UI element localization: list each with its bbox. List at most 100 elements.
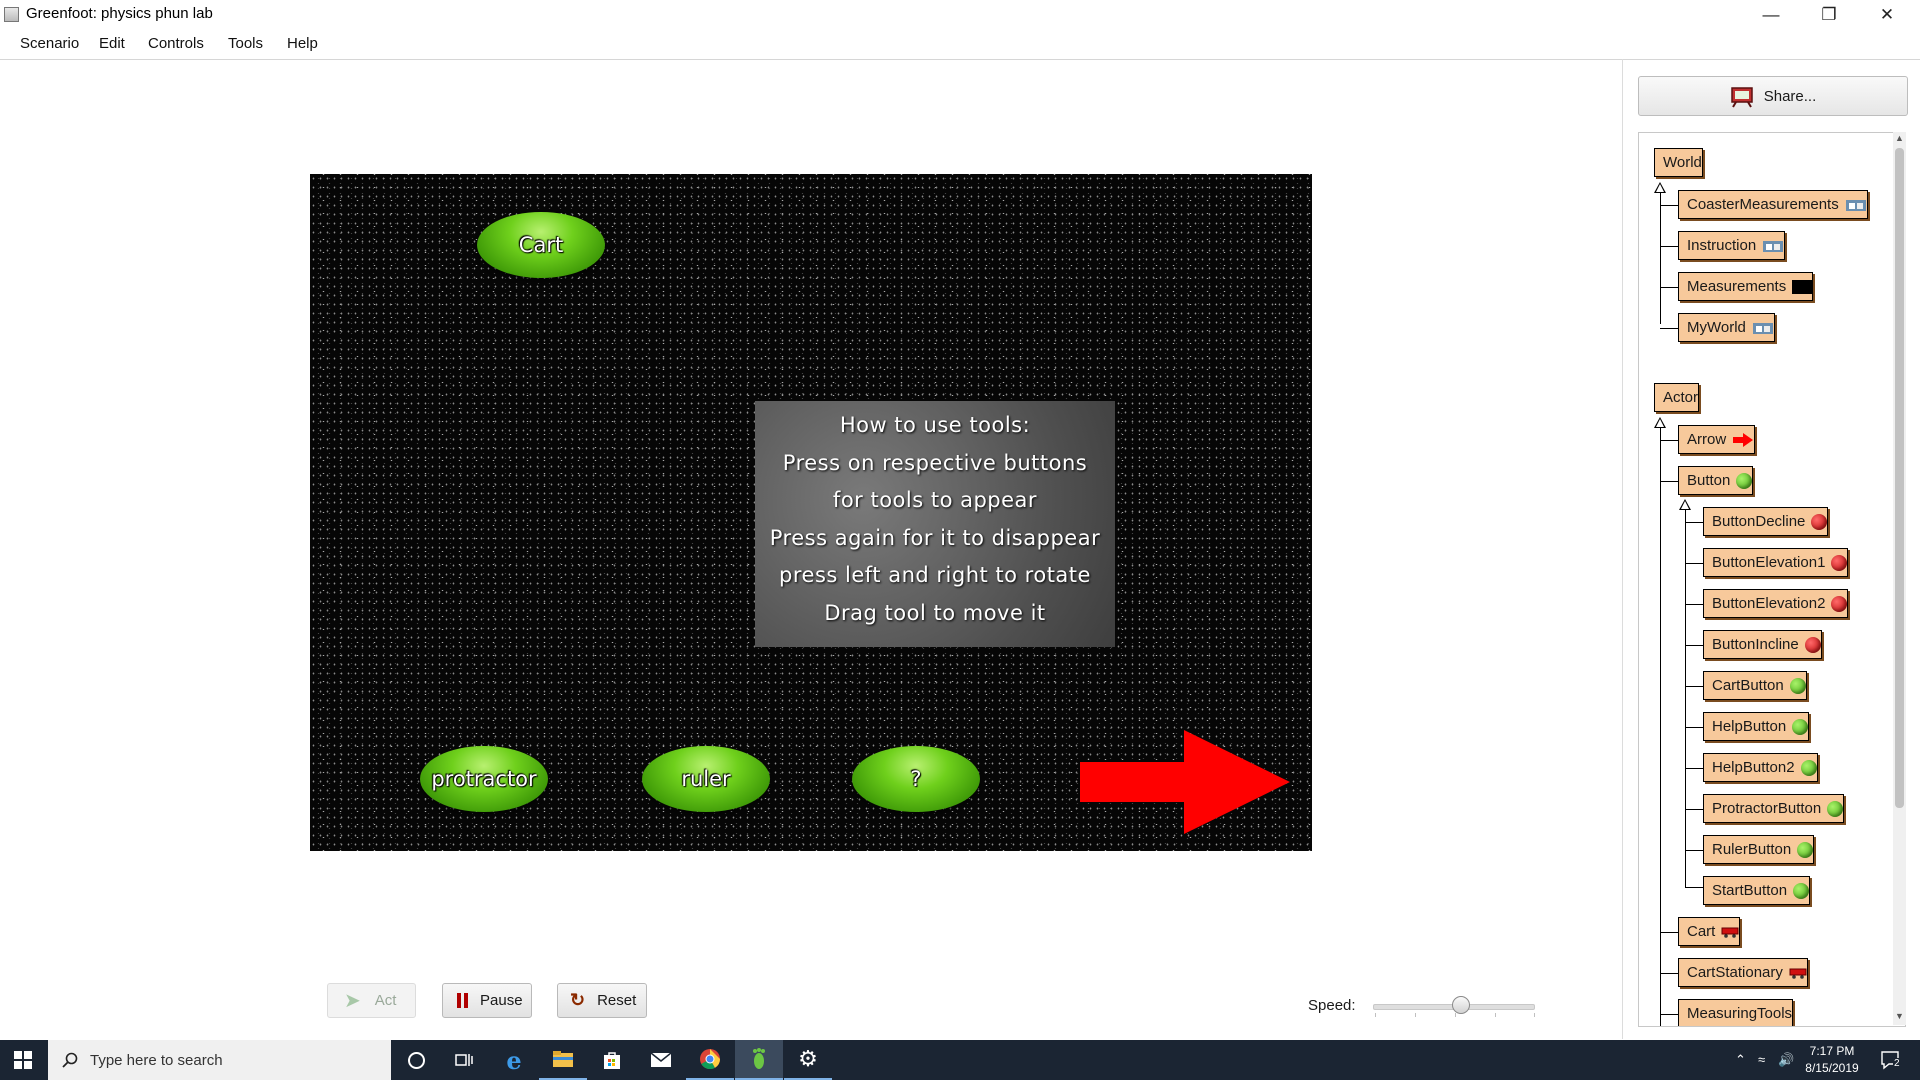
class-measurements[interactable]: Measurements: [1678, 272, 1814, 301]
world-image-icon: [1763, 240, 1784, 252]
class-buttonincline[interactable]: ButtonIncline: [1703, 630, 1822, 659]
scroll-down-icon[interactable]: ▼: [1893, 1011, 1906, 1021]
settings-gear-icon[interactable]: ⚙: [784, 1040, 832, 1080]
maximize-button[interactable]: ❐: [1800, 0, 1858, 29]
class-cartstationary[interactable]: CartStationary: [1678, 958, 1808, 987]
class-instruction[interactable]: Instruction: [1678, 231, 1786, 260]
store-icon[interactable]: [588, 1040, 636, 1080]
minimize-button[interactable]: —: [1742, 0, 1800, 29]
greenfoot-app-icon: [4, 7, 19, 22]
class-label: World: [1663, 154, 1702, 171]
cortana-icon[interactable]: [392, 1040, 440, 1080]
class-coastermeasurements[interactable]: CoasterMeasurements: [1678, 190, 1868, 219]
class-label: ButtonIncline: [1712, 636, 1799, 653]
world-canvas[interactable]: Cart How to use tools: Press on respecti…: [310, 174, 1312, 851]
show-hidden-icons-icon[interactable]: ⌃: [1735, 1052, 1746, 1068]
speed-tick: [1534, 1013, 1535, 1017]
panel-divider[interactable]: [1622, 59, 1623, 1039]
edge-browser-icon[interactable]: e: [490, 1040, 538, 1080]
green-button-icon: [1736, 472, 1753, 489]
cart-icon: [1789, 968, 1807, 979]
class-buttondecline[interactable]: ButtonDecline: [1703, 507, 1829, 536]
green-button-icon: [1797, 841, 1814, 858]
close-button[interactable]: ✕: [1858, 0, 1916, 29]
red-arrow-icon: [1733, 432, 1754, 447]
notification-count: 2: [1893, 1058, 1901, 1069]
tree-line: [1660, 193, 1661, 324]
ruler-button[interactable]: ruler: [642, 746, 770, 812]
help-line: press left and right to rotate: [779, 563, 1091, 587]
green-button-icon: [1793, 882, 1810, 899]
tree-line: [1685, 563, 1703, 564]
next-arrow-icon[interactable]: [1080, 730, 1290, 834]
class-rulerbutton[interactable]: RulerButton: [1703, 835, 1815, 864]
inheritance-arrow-icon: [1654, 417, 1666, 428]
reset-button[interactable]: ↻ Reset: [557, 983, 647, 1018]
menu-help[interactable]: Help: [287, 35, 318, 52]
menu-controls[interactable]: Controls: [148, 35, 204, 52]
class-buttonelevation1[interactable]: ButtonElevation1: [1703, 548, 1849, 577]
chrome-icon[interactable]: [686, 1040, 734, 1080]
speed-slider-thumb[interactable]: [1452, 996, 1470, 1014]
class-label: RulerButton: [1712, 841, 1792, 858]
class-arrow[interactable]: Arrow: [1678, 425, 1756, 454]
class-protractorbutton[interactable]: ProtractorButton: [1703, 794, 1845, 823]
help-line: How to use tools:: [839, 413, 1031, 437]
world-image-icon: [1845, 199, 1866, 211]
class-helpbutton2[interactable]: HelpButton2: [1703, 753, 1818, 782]
notification-icon[interactable]: 2: [1880, 1050, 1902, 1070]
greenfoot-taskbar-icon[interactable]: [735, 1040, 783, 1080]
class-cartbutton[interactable]: CartButton: [1703, 671, 1807, 700]
class-startbutton[interactable]: StartButton: [1703, 876, 1811, 905]
menu-tools[interactable]: Tools: [228, 35, 263, 52]
taskbar-clock[interactable]: 7:17 PM 8/15/2019: [1790, 1043, 1874, 1077]
menu-scenario[interactable]: Scenario: [20, 35, 79, 52]
class-buttonelevation2[interactable]: ButtonElevation2: [1703, 589, 1849, 618]
class-world[interactable]: World: [1654, 148, 1703, 177]
tree-line: [1685, 809, 1703, 810]
pause-button[interactable]: Pause: [442, 983, 532, 1018]
help-line: Press on respective buttons: [782, 450, 1088, 475]
class-label: MeasuringTools: [1687, 1005, 1793, 1022]
protractor-button[interactable]: protractor: [420, 746, 548, 812]
share-label: Share...: [1763, 87, 1817, 105]
reset-icon: ↻: [570, 990, 586, 1010]
class-label: HelpButton2: [1712, 759, 1795, 776]
file-explorer-icon[interactable]: [539, 1040, 587, 1080]
class-measuringtools[interactable]: MeasuringTools: [1678, 999, 1794, 1026]
class-label: StartButton: [1712, 882, 1788, 899]
class-label: MyWorld: [1687, 319, 1746, 336]
help-line: for tools to appear: [832, 488, 1038, 512]
class-diagram: World CoasterMeasurements Instruction Me…: [1638, 132, 1906, 1027]
tree-line: [1660, 246, 1678, 247]
tree-line: [1685, 850, 1703, 851]
scrollbar-thumb[interactable]: [1895, 148, 1904, 808]
green-button-icon: [1789, 677, 1806, 694]
cart-button[interactable]: Cart: [477, 212, 605, 278]
class-actor[interactable]: Actor: [1654, 383, 1700, 412]
mail-icon[interactable]: [637, 1040, 685, 1080]
class-helpbutton[interactable]: HelpButton: [1703, 712, 1810, 741]
class-cart[interactable]: Cart: [1678, 917, 1741, 946]
help-line: Drag tool to move it: [824, 600, 1046, 625]
scroll-up-icon[interactable]: ▲: [1893, 133, 1906, 143]
speed-tick: [1415, 1013, 1416, 1017]
help-line: Press again for it to disappear: [769, 525, 1101, 550]
menu-bar: Scenario Edit Controls Tools Help: [0, 29, 1920, 60]
speed-tick: [1455, 1013, 1456, 1017]
act-button[interactable]: ➤ Act: [327, 983, 416, 1018]
help-question-button[interactable]: ?: [852, 746, 980, 812]
red-button-icon: [1831, 554, 1848, 571]
taskbar-search-box[interactable]: Type here to search: [48, 1040, 391, 1080]
class-button[interactable]: Button: [1678, 466, 1754, 495]
start-button[interactable]: [0, 1040, 46, 1080]
network-icon[interactable]: ≈: [1758, 1052, 1765, 1067]
class-myworld[interactable]: MyWorld: [1678, 313, 1775, 342]
clock-time: 7:17 PM: [1809, 1044, 1855, 1058]
menu-edit[interactable]: Edit: [99, 35, 125, 52]
share-button[interactable]: Share...: [1638, 76, 1908, 116]
class-label: CoasterMeasurements: [1687, 196, 1839, 213]
title-bar: [0, 0, 1920, 29]
task-view-icon[interactable]: [440, 1040, 488, 1080]
tree-line: [1660, 1014, 1678, 1015]
